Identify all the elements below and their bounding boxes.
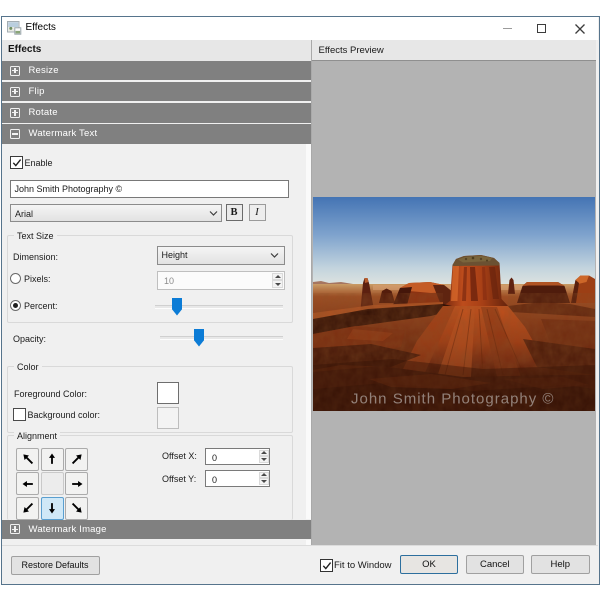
svg-text:John Smith Photography ©: John Smith Photography © (351, 391, 555, 408)
